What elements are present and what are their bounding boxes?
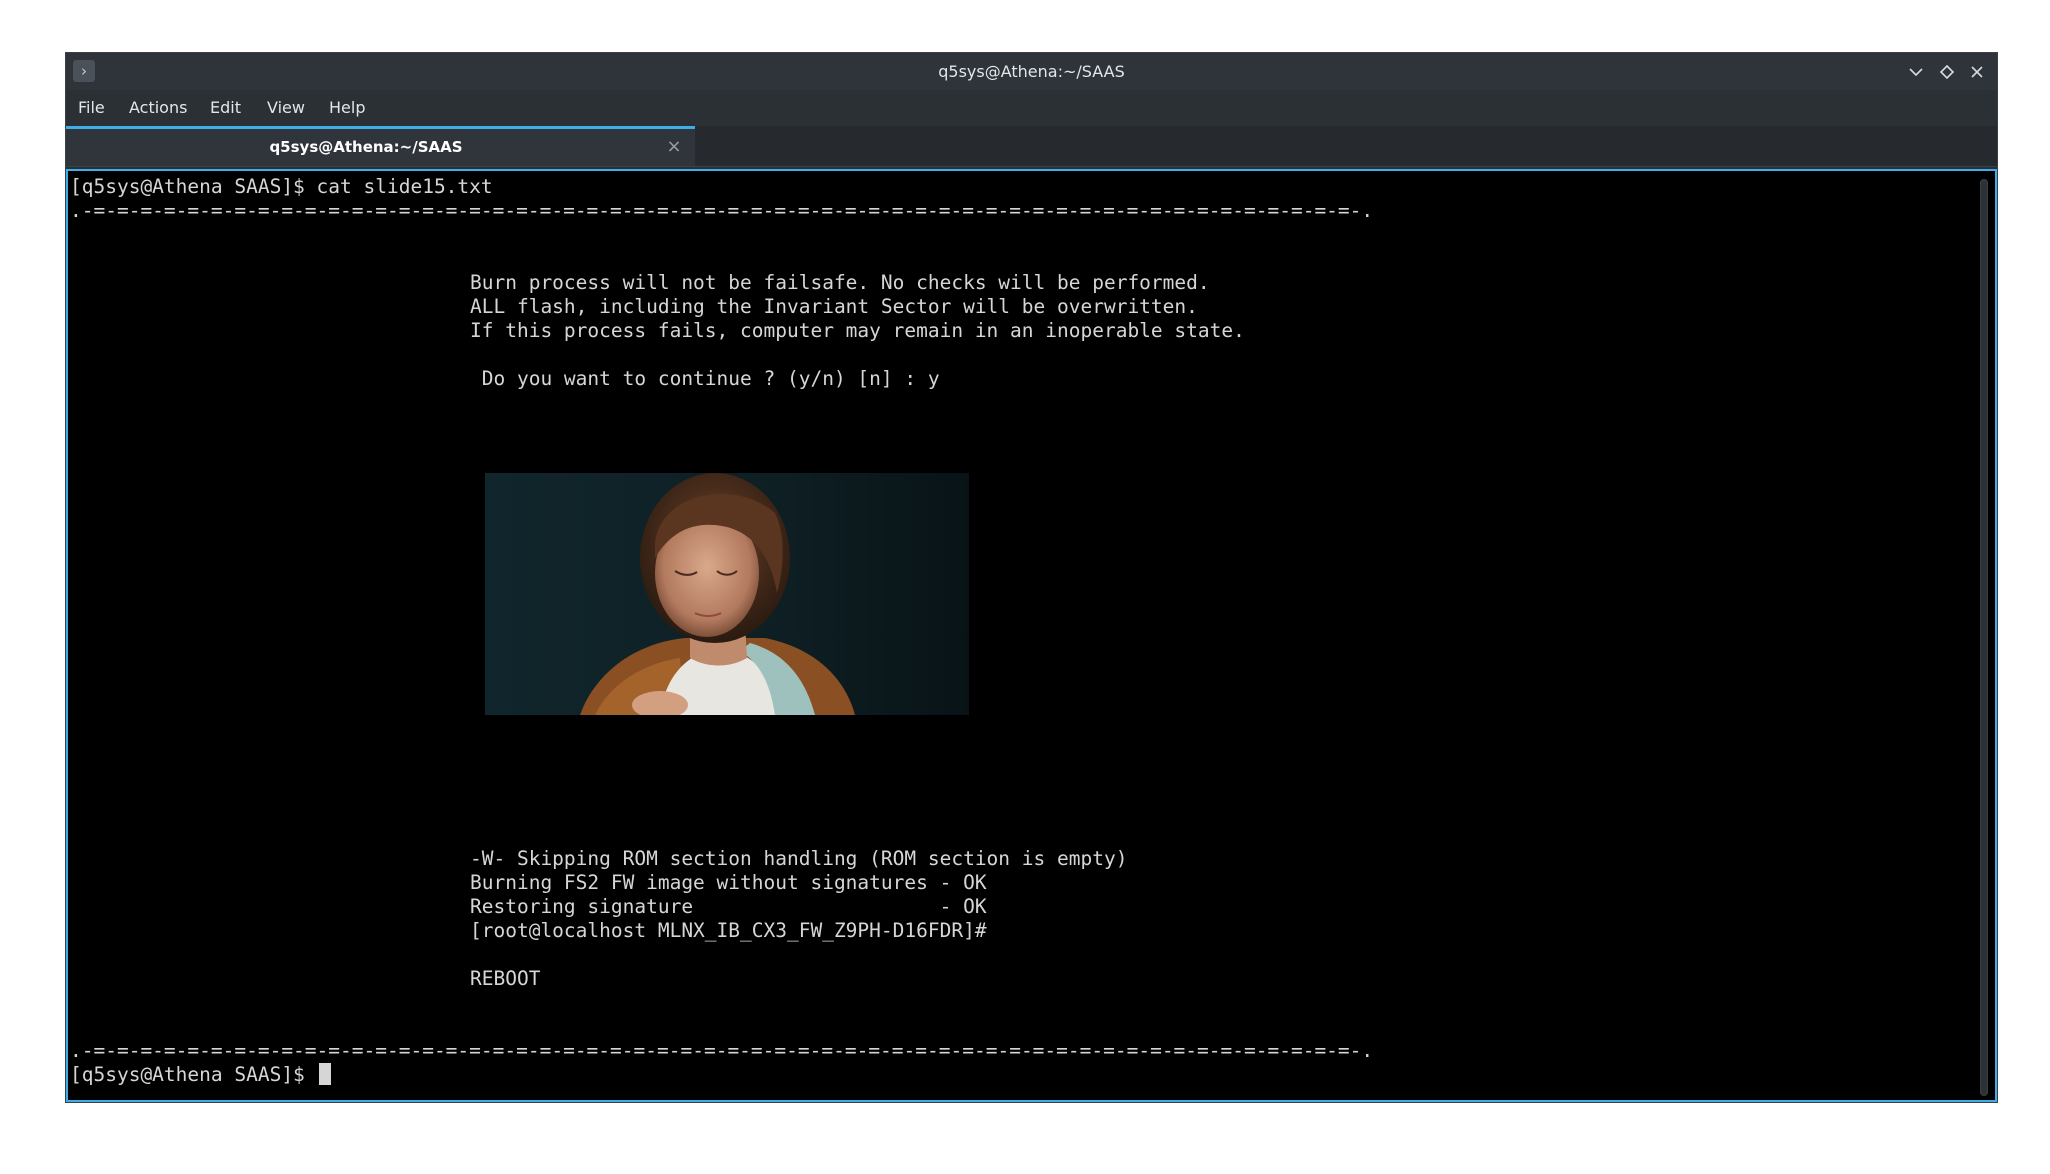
tab-bar: q5sys@Athena:~/SAAS × (66, 126, 1997, 167)
text-cursor (318, 1063, 331, 1085)
close-icon: × (666, 136, 682, 157)
reboot-text: REBOOT (470, 967, 541, 990)
separator-bottom: .-=-=-=-=-=-=-=-=-=-=-=-=-=-=-=-=-=-=-=-… (70, 1039, 1374, 1062)
output-line: -W- Skipping ROM section handling (ROM s… (470, 847, 1128, 870)
tab-label: q5sys@Athena:~/SAAS (269, 138, 463, 156)
prompt-question: Do you want to continue ? (y/n) [n] : y (470, 367, 940, 390)
tab-terminal[interactable]: q5sys@Athena:~/SAAS × (66, 126, 695, 166)
final-prompt-line: [q5sys@Athena SAAS]$ (70, 1063, 331, 1087)
final-prompt: [q5sys@Athena SAAS]$ (70, 1063, 317, 1086)
output-line: Restoring signature - OK (470, 895, 987, 918)
close-button[interactable] (1965, 60, 1989, 84)
warning-line: Burn process will not be failsafe. No ch… (470, 271, 1210, 294)
command-line: [q5sys@Athena SAAS]$ cat slide15.txt (70, 175, 493, 198)
terminal-window: › q5sys@Athena:~/SAAS File Actions Edit … (66, 53, 1997, 1102)
slide-photo (485, 473, 969, 715)
warning-line: If this process fails, computer may rema… (470, 319, 1245, 342)
tab-close-button[interactable]: × (662, 129, 686, 166)
warning-line: ALL flash, including the Invariant Secto… (470, 295, 1198, 318)
output-line: Burning FS2 FW image without signatures … (470, 871, 987, 894)
minimize-button[interactable] (1904, 60, 1928, 84)
menu-view[interactable]: View (267, 90, 305, 126)
menu-actions[interactable]: Actions (129, 90, 187, 126)
close-icon (1971, 66, 1983, 78)
maximize-button[interactable] (1935, 60, 1959, 84)
window-title: q5sys@Athena:~/SAAS (938, 62, 1125, 81)
menu-file[interactable]: File (78, 90, 105, 126)
scrollbar-track[interactable] (1980, 179, 1988, 1096)
praying-woman-photo (485, 473, 969, 715)
scrollbar-thumb[interactable] (1980, 179, 1988, 1096)
menu-edit[interactable]: Edit (210, 90, 241, 126)
menu-bar: File Actions Edit View Help (66, 90, 1997, 126)
output-line: [root@localhost MLNX_IB_CX3_FW_Z9PH-D16F… (470, 919, 987, 942)
diamond-icon (1939, 64, 1955, 80)
chevron-down-icon (1909, 68, 1923, 77)
menu-help[interactable]: Help (329, 90, 365, 126)
title-bar[interactable]: › q5sys@Athena:~/SAAS (66, 53, 1997, 90)
terminal-output[interactable]: [q5sys@Athena SAAS]$ cat slide15.txt .-=… (66, 169, 1997, 1102)
separator-top: .-=-=-=-=-=-=-=-=-=-=-=-=-=-=-=-=-=-=-=-… (70, 199, 1374, 222)
